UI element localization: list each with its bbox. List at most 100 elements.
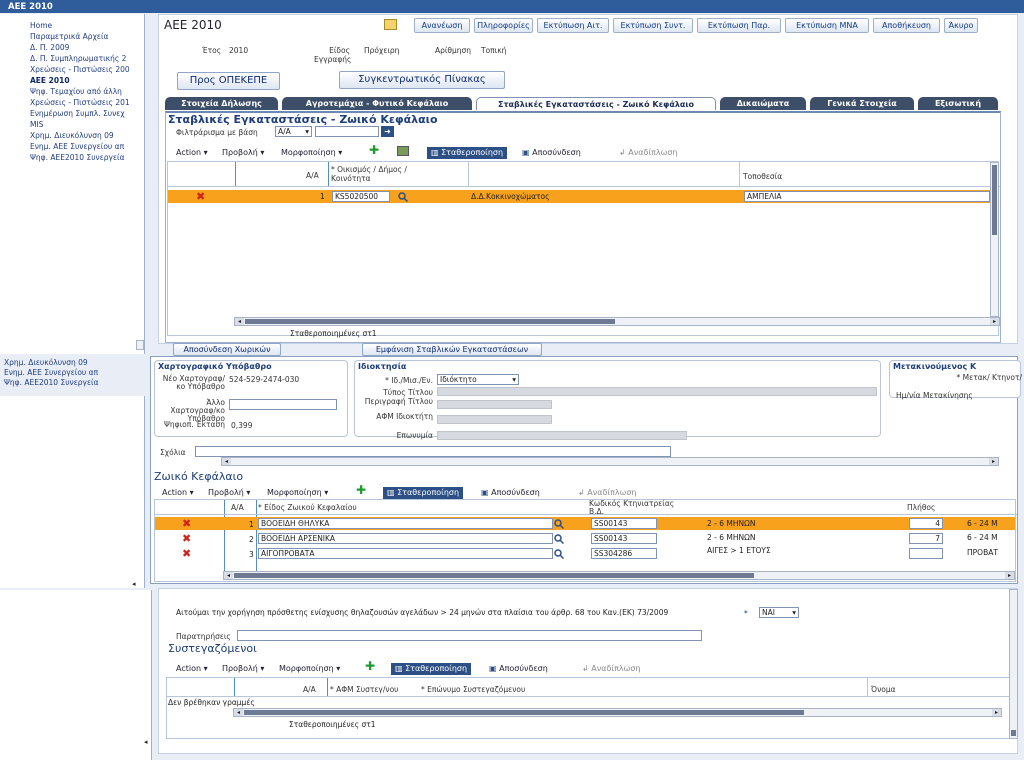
stables-action-menu[interactable]: Action ▾ — [176, 148, 208, 157]
nav-item-parameters[interactable]: Παραμετρικά Αρχεία — [30, 31, 142, 42]
filter-value-input[interactable] — [315, 126, 379, 137]
owner-name-field[interactable] — [437, 431, 687, 440]
other-map-input[interactable] — [229, 399, 337, 410]
location-input[interactable]: ΑΜΠΕΛΙΑ — [744, 191, 990, 202]
print-receipt-button[interactable]: Εκτύπωση Παρ. — [697, 18, 781, 33]
nav-item-aee-workshop-digitization-dup[interactable]: Ψηφ. ΑΕΕ2010 Συνεργεία — [4, 378, 146, 388]
partners-action-menu[interactable]: Action ▾ — [176, 664, 208, 673]
vet-code-input[interactable]: SS00143 — [591, 533, 657, 544]
count-input[interactable]: 7 — [909, 533, 943, 544]
stables-format-menu[interactable]: Μορφοποίηση ▾ — [281, 148, 342, 157]
delete-row-icon[interactable]: ✖ — [182, 518, 191, 529]
nav-item-aee-workshop-digitization[interactable]: Ψηφ. ΑΕΕ2010 Συνεργεία — [30, 152, 142, 163]
partners-wrap-button[interactable]: ↲ Αναδίπλωση — [582, 664, 640, 673]
collapse-arrow-icon[interactable]: ◂ — [132, 580, 136, 588]
remarks-input[interactable] — [237, 630, 702, 641]
stables-detach-button[interactable]: ▣ Αποσύνδεση — [522, 148, 581, 157]
livestock-action-menu[interactable]: Action ▾ — [162, 488, 194, 497]
livestock-view-menu[interactable]: Προβολή ▾ — [208, 488, 250, 497]
tab-stables-livestock[interactable]: Σταβλικές Εγκαταστάσεις - Ζωικό Κεφάλαιο — [476, 97, 716, 110]
vet-code-input[interactable]: SS00143 — [591, 518, 657, 529]
delete-row-icon[interactable]: ✖ — [182, 533, 191, 544]
app-title: ΑΕΕ 2010 — [8, 2, 53, 12]
edit-note-icon[interactable] — [384, 19, 397, 30]
count-input[interactable]: 4 — [909, 518, 943, 529]
nav-item-dp-supplementary[interactable]: Δ. Π. Συμπληρωματικής 2 — [30, 53, 142, 64]
info-button[interactable]: Πληροφορίες — [474, 18, 533, 33]
send-to-opekepe-button[interactable]: Προς ΟΠΕΚΕΠΕ — [177, 72, 280, 90]
owner-afm-field[interactable] — [437, 415, 552, 424]
add-row-icon[interactable]: ✚ — [369, 144, 379, 156]
show-stables-button[interactable]: Εμφάνιση Σταβλικών Εγκαταστάσεων — [362, 343, 542, 356]
nav-item-financial-facility[interactable]: Χρημ. Διευκόλυνση 09 — [30, 130, 142, 141]
detail-horizontal-scrollbar[interactable]: ◂ ▸ — [221, 457, 999, 466]
save-button[interactable]: Αποθήκευση — [873, 18, 940, 33]
nav-item-financial-facility-dup[interactable]: Χρημ. Διευκόλυνση 09 — [4, 358, 146, 368]
cancel-button[interactable]: Άκυρο — [944, 18, 978, 33]
refresh-button[interactable]: Ανανέωση — [414, 18, 470, 33]
add-livestock-icon[interactable]: ✚ — [356, 484, 366, 496]
partners-format-menu[interactable]: Μορφοποίηση ▾ — [279, 664, 340, 673]
livestock-freeze-button[interactable]: ▥ Σταθεροποίηση — [383, 487, 464, 499]
print-mna-button[interactable]: Εκτύπωση ΜΝΑ — [785, 18, 869, 33]
search-icon[interactable] — [554, 534, 564, 544]
tab-general-info[interactable]: Γενικά Στοιχεία — [810, 97, 914, 110]
nav-item-debits-credits-2009[interactable]: Χρεώσεις - Πιστώσεις 200 — [30, 64, 142, 75]
livestock-detach-button[interactable]: ▣ Αποσύνδεση — [481, 488, 540, 497]
livestock-kind-input[interactable]: ΒΟΟΕΙΔΗ ΘΗΛΥΚΑ — [258, 518, 553, 529]
stables-view-menu[interactable]: Προβολή ▾ — [222, 148, 264, 157]
ownership-status-select[interactable]: Ιδιόκτητο ▾ — [437, 374, 519, 385]
count-input[interactable] — [909, 548, 943, 559]
partners-view-menu[interactable]: Προβολή ▾ — [222, 664, 264, 673]
collapse-arrow-icon-bottom[interactable]: ◂ — [144, 738, 148, 746]
vet-code-input[interactable]: SS304286 — [591, 548, 657, 559]
filter-go-icon[interactable]: ➜ — [381, 126, 394, 137]
partners-horizontal-scrollbar[interactable]: ◂ ▸ — [233, 708, 1002, 717]
deed-type-field[interactable] — [437, 387, 877, 396]
search-icon[interactable] — [398, 192, 408, 202]
search-icon[interactable] — [554, 519, 564, 529]
delete-row-icon[interactable]: ✖ — [196, 191, 205, 202]
livestock-horizontal-scrollbar[interactable]: ◂ ▸ — [223, 571, 1015, 580]
livestock-kind-input[interactable]: ΒΟΟΕΙΔΗ ΑΡΣΕΝΙΚΑ — [258, 533, 553, 544]
stables-vertical-scrollbar[interactable] — [990, 162, 999, 317]
stables-freeze-button[interactable]: ▥ Σταθεροποίηση — [427, 147, 508, 159]
page-vertical-scrollbar[interactable] — [1009, 589, 1018, 739]
comments-input[interactable] — [195, 446, 671, 457]
request-select[interactable]: ΝΑΙ ▾ — [759, 607, 799, 618]
nav-item-debits-credits-2010[interactable]: Χρεώσεις - Πιστώσεις 201 — [30, 97, 142, 108]
nav-item-mis[interactable]: MIS — [30, 119, 142, 130]
export-icon[interactable] — [397, 146, 409, 156]
search-icon[interactable] — [554, 549, 564, 559]
col-header-aa: Α/Α — [231, 503, 244, 512]
stables-horizontal-scrollbar[interactable]: ◂ ▸ — [234, 317, 1000, 326]
print-application-button[interactable]: Εκτύπωση Αιτ. — [537, 18, 609, 33]
partners-freeze-button[interactable]: ▥ Σταθεροποίηση — [391, 663, 472, 675]
nav-item-home[interactable]: Home — [30, 20, 142, 31]
livestock-format-menu[interactable]: Μορφοποίηση ▾ — [267, 488, 328, 497]
deed-description-field[interactable] — [437, 400, 552, 409]
partners-detach-button[interactable]: ▣ Αποσύνδεση — [489, 664, 548, 673]
detach-lands-button[interactable]: Αποσύνδεση Χωρικών — [173, 343, 281, 356]
filter-field-select[interactable]: Α/Α ▾ — [275, 126, 312, 137]
nav-item-update-supplementary[interactable]: Ενημέρωση Συμπλ. Συνεχ — [30, 108, 142, 119]
settlement-code-input[interactable]: KS5020500 — [332, 191, 390, 202]
nav-item-aee-workshop-update-dup[interactable]: Ενημ. ΑΕΕ Συνεργείου απ — [4, 368, 146, 378]
nav-item-dp-2009[interactable]: Δ. Π. 2009 — [30, 42, 142, 53]
summary-table-button[interactable]: Συγκεντρωτικός Πίνακας — [339, 71, 505, 89]
delete-row-icon[interactable]: ✖ — [182, 548, 191, 559]
nav-item-aee-workshop-update[interactable]: Ενημ. ΑΕΕ Συνεργείου απ — [30, 141, 142, 152]
tab-declaration-info[interactable]: Στοιχεία Δήλωσης — [165, 97, 278, 110]
livestock-kind-input[interactable]: ΑΙΓΟΠΡΟΒΑΤΑ — [258, 548, 553, 559]
tab-compensatory[interactable]: Εξισωτική — [918, 97, 998, 110]
nav-item-parcel-digitization[interactable]: Ψηφ. Τεμαχίου από άλλη — [30, 86, 142, 97]
tab-rights[interactable]: Δικαιώματα — [720, 97, 806, 110]
stables-wrap-button[interactable]: ↲ Αναδίπλωση — [619, 148, 677, 157]
add-partner-icon[interactable]: ✚ — [365, 660, 375, 672]
nav-item-aee-2010[interactable]: ΑΕΕ 2010 — [30, 75, 142, 86]
nav-scroll-indicator[interactable] — [136, 340, 144, 350]
livestock-wrap-button[interactable]: ↲ Αναδίπλωση — [578, 488, 636, 497]
tab-parcels[interactable]: Αγροτεμάχια - Φυτικό Κεφάλαιο — [282, 97, 472, 110]
print-summary-button[interactable]: Εκτύπωση Συντ. — [613, 18, 693, 33]
wrap-icon: ↲ — [582, 664, 592, 673]
